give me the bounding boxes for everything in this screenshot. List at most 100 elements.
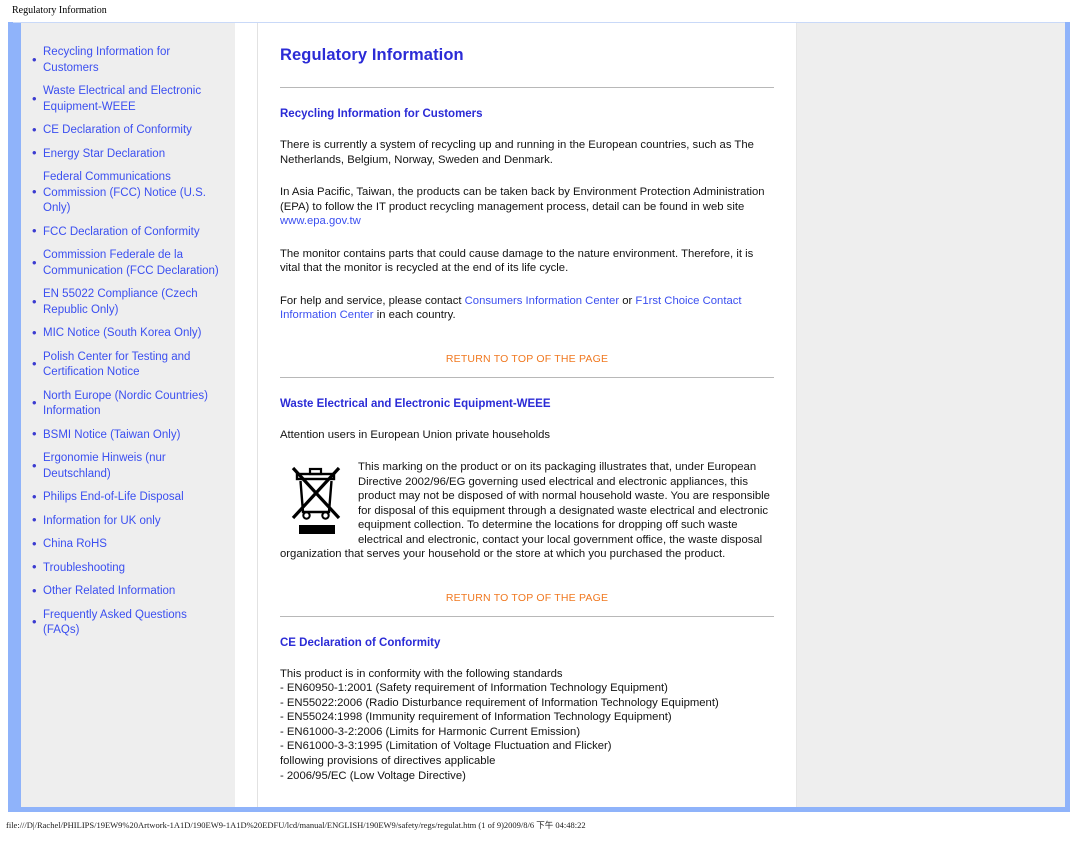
section-heading-weee: Waste Electrical and Electronic Equipmen… (280, 397, 551, 410)
recycling-p4-prefix: For help and service, please contact (280, 294, 465, 307)
bullet-icon (32, 331, 36, 335)
bullet-icon (32, 128, 36, 132)
sidebar-link-label[interactable]: Ergonomie Hinweis (nur Deutschland) (43, 452, 166, 480)
sidebar-item-energy-star[interactable]: Energy Star Declaration (27, 146, 229, 162)
sidebar-item-commission-federale[interactable]: Commission Federale de la Communication … (27, 247, 229, 278)
sidebar-item-ergonomie-hinweis[interactable]: Ergonomie Hinweis (nur Deutschland) (27, 450, 229, 481)
sidebar-link-label[interactable]: Waste Electrical and Electronic Equipmen… (43, 85, 201, 113)
sidebar-item-other-related-information[interactable]: Other Related Information (27, 583, 229, 599)
bullet-icon (32, 362, 36, 366)
ce-standard-line: - EN55022:2006 (Radio Disturbance requir… (280, 696, 719, 709)
recycling-paragraph-3: The monitor contains parts that could ca… (280, 247, 754, 275)
browser-page-title: Regulatory Information (0, 0, 1080, 22)
ce-standard-line: - EN61000-3-2:2006 (Limits for Harmonic … (280, 725, 581, 738)
ce-standard-line: - 2006/95/EC (Low Voltage Directive) (280, 769, 466, 782)
bullet-icon (32, 620, 36, 624)
recycling-paragraph-2: In Asia Pacific, Taiwan, the products ca… (280, 185, 774, 229)
sidebar-item-fcc-notice[interactable]: Federal Communications Commission (FCC) … (27, 169, 229, 216)
ce-standard-line: - EN61000-3-3:1995 (Limitation of Voltag… (280, 740, 612, 753)
sidebar-link-label[interactable]: Troubleshooting (43, 562, 125, 574)
bullet-icon (32, 495, 36, 499)
sidebar-item-ce-declaration[interactable]: CE Declaration of Conformity (27, 122, 229, 138)
sidebar-item-faqs[interactable]: Frequently Asked Questions (FAQs) (27, 607, 229, 638)
recycling-p4-mid: or (619, 294, 636, 307)
return-to-top-1: RETURN TO TOP OF THE PAGE (280, 349, 774, 367)
recycling-paragraph-1: There is currently a system of recycling… (280, 139, 754, 166)
sidebar-item-recycling-information[interactable]: Recycling Information for Customers (27, 44, 229, 75)
section-divider-2 (280, 615, 774, 617)
sidebar-link-label[interactable]: FCC Declaration of Conformity (43, 226, 200, 238)
section-heading-ce: CE Declaration of Conformity (280, 636, 441, 649)
ce-standard-line: This product is in conformity with the f… (280, 667, 563, 680)
sidebar-link-label[interactable]: Other Related Information (43, 585, 175, 597)
section-divider-1 (280, 376, 774, 378)
content-column: Regulatory Information Recycling Informa… (235, 22, 1065, 807)
sidebar-item-weee[interactable]: Waste Electrical and Electronic Equipmen… (27, 83, 229, 114)
main-content: Regulatory Information Recycling Informa… (258, 22, 796, 807)
recycling-p2-text: In Asia Pacific, Taiwan, the products ca… (280, 186, 765, 213)
page-title: Regulatory Information (280, 46, 464, 64)
ce-standard-line: - EN55024:1998 (Immunity requirement of … (280, 711, 672, 724)
ce-standard-line: - EN60950-1:2001 (Safety requirement of … (280, 682, 668, 695)
content-right-gutter (796, 22, 1065, 807)
bullet-icon (32, 190, 36, 194)
sidebar-link-label[interactable]: MIC Notice (South Korea Only) (43, 327, 202, 339)
recycling-p4-suffix: in each country. (373, 309, 456, 321)
sidebar-link-label[interactable]: Information for UK only (43, 515, 161, 527)
sidebar-link-label[interactable]: CE Declaration of Conformity (43, 124, 192, 136)
bullet-icon (32, 97, 36, 101)
sidebar-link-label[interactable]: Federal Communications Commission (FCC) … (43, 171, 206, 214)
content-left-gutter (235, 22, 258, 807)
sidebar-item-en55022-compliance[interactable]: EN 55022 Compliance (Czech Republic Only… (27, 286, 229, 317)
bullet-icon (32, 300, 36, 304)
document-frame: Recycling Information for Customers Wast… (8, 22, 1070, 812)
bullet-icon (32, 58, 36, 62)
sidebar-item-china-rohs[interactable]: China RoHS (27, 536, 229, 552)
sidebar-link-label[interactable]: Philips End-of-Life Disposal (43, 491, 184, 503)
return-to-top-link[interactable]: RETURN TO TOP OF THE PAGE (446, 353, 608, 365)
return-to-top-2: RETURN TO TOP OF THE PAGE (280, 588, 774, 606)
sidebar-item-north-europe[interactable]: North Europe (Nordic Countries) Informat… (27, 388, 229, 419)
crossed-out-wheelie-bin-icon (288, 462, 346, 541)
epa-website-link[interactable]: www.epa.gov.tw (280, 215, 361, 227)
sidebar-link-label[interactable]: EN 55022 Compliance (Czech Republic Only… (43, 288, 198, 316)
bullet-icon (32, 261, 36, 265)
bullet-icon (32, 229, 36, 233)
sidebar-navigation: Recycling Information for Customers Wast… (13, 22, 235, 807)
title-divider (280, 87, 774, 88)
status-bar-url: file:///D|/Rachel/PHILIPS/19EW9%20Artwor… (0, 812, 1080, 838)
sidebar-link-label[interactable]: Recycling Information for Customers (43, 46, 170, 74)
sidebar-nav-list: Recycling Information for Customers Wast… (27, 44, 229, 638)
bullet-icon (32, 432, 36, 436)
sidebar-link-label[interactable]: Commission Federale de la Communication … (43, 249, 219, 277)
sidebar-item-bsmi-notice[interactable]: BSMI Notice (Taiwan Only) (27, 427, 229, 443)
bullet-icon (32, 565, 36, 569)
consumers-information-center-link[interactable]: Consumers Information Center (465, 295, 619, 307)
weee-intro: Attention users in European Union privat… (280, 428, 551, 441)
sidebar-item-polish-center[interactable]: Polish Center for Testing and Certificat… (27, 349, 229, 380)
section-heading-recycling: Recycling Information for Customers (280, 108, 483, 120)
sidebar-link-label[interactable]: BSMI Notice (Taiwan Only) (43, 429, 180, 441)
sidebar-link-label[interactable]: Energy Star Declaration (43, 148, 165, 160)
weee-block: This marking on the product or on its pa… (280, 460, 774, 562)
bullet-icon (32, 542, 36, 546)
ce-standards-list: This product is in conformity with the f… (280, 667, 774, 784)
bullet-icon (32, 518, 36, 522)
sidebar-item-mic-notice[interactable]: MIC Notice (South Korea Only) (27, 325, 229, 341)
bullet-icon (32, 464, 36, 468)
sidebar-link-label[interactable]: North Europe (Nordic Countries) Informat… (43, 390, 208, 418)
ce-standard-line: following provisions of directives appli… (280, 755, 496, 768)
sidebar-item-fcc-declaration[interactable]: FCC Declaration of Conformity (27, 224, 229, 240)
bullet-icon (32, 589, 36, 593)
sidebar-item-information-uk[interactable]: Information for UK only (27, 513, 229, 529)
bullet-icon (32, 401, 36, 405)
recycling-paragraph-4: For help and service, please contact Con… (280, 294, 774, 323)
sidebar-item-end-of-life-disposal[interactable]: Philips End-of-Life Disposal (27, 489, 229, 505)
sidebar-link-label[interactable]: Frequently Asked Questions (FAQs) (43, 609, 187, 637)
bullet-icon (32, 151, 36, 155)
sidebar-item-troubleshooting[interactable]: Troubleshooting (27, 560, 229, 576)
sidebar-link-label[interactable]: Polish Center for Testing and Certificat… (43, 351, 190, 379)
sidebar-link-label[interactable]: China RoHS (43, 538, 107, 550)
return-to-top-link[interactable]: RETURN TO TOP OF THE PAGE (446, 592, 608, 604)
weee-body-text: This marking on the product or on its pa… (280, 461, 770, 560)
